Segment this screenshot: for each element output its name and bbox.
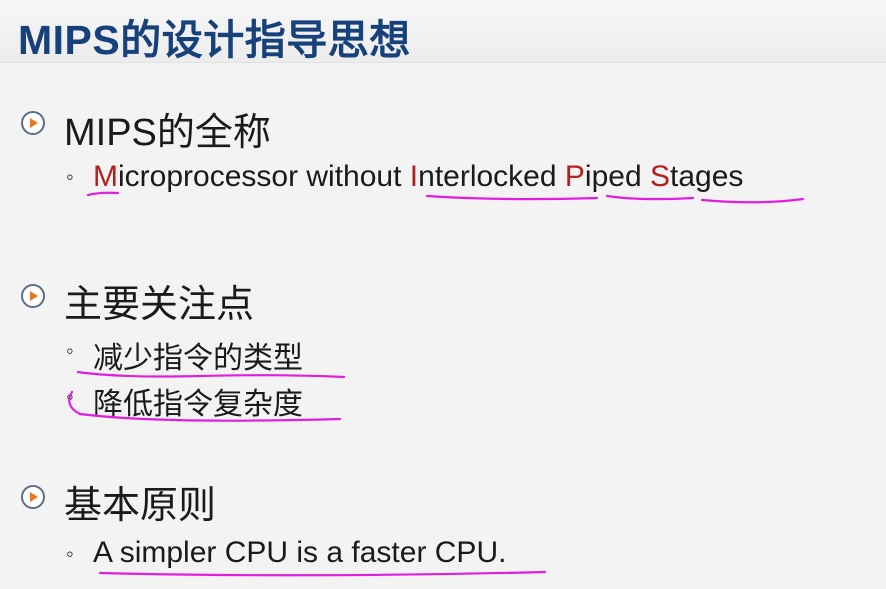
focus-item-2: 降低指令复杂度 xyxy=(93,388,303,421)
underline-piped xyxy=(605,194,695,201)
small-circle-icon: ◦ xyxy=(66,541,74,566)
text-tages: tages xyxy=(669,160,744,193)
letter-m: M xyxy=(93,160,118,193)
small-circle-icon: ◦ xyxy=(66,384,74,409)
letter-p: P xyxy=(564,160,585,193)
mips-expansion: Microprocessor without Interlocked Piped… xyxy=(93,160,743,194)
underline-stages xyxy=(700,197,805,204)
section-heading-full-name: MIPS的全称 xyxy=(64,112,271,154)
principle-item: A simpler CPU is a faster CPU. xyxy=(93,536,507,569)
letter-s: S xyxy=(649,160,670,193)
small-circle-icon: ◦ xyxy=(66,338,74,363)
text-iped: iped xyxy=(584,160,650,193)
play-circle-icon xyxy=(20,283,46,309)
small-circle-icon: ◦ xyxy=(66,164,74,189)
underline-principle xyxy=(98,570,547,577)
section-heading-focus: 主要关注点 xyxy=(64,284,255,326)
text-nterlocked: nterlocked xyxy=(418,160,565,193)
title-bar: MIPS的设计指导思想 xyxy=(0,0,886,63)
underline-interlocked xyxy=(425,194,599,201)
play-circle-icon xyxy=(20,484,46,510)
focus-item-1: 减少指令的类型 xyxy=(93,342,303,375)
section-heading-principle: 基本原则 xyxy=(64,485,217,527)
text-icroprocessor: icroprocessor without xyxy=(118,160,410,193)
slide-title: MIPS的设计指导思想 xyxy=(18,17,411,63)
letter-i: I xyxy=(409,160,419,193)
play-circle-icon xyxy=(20,110,46,136)
